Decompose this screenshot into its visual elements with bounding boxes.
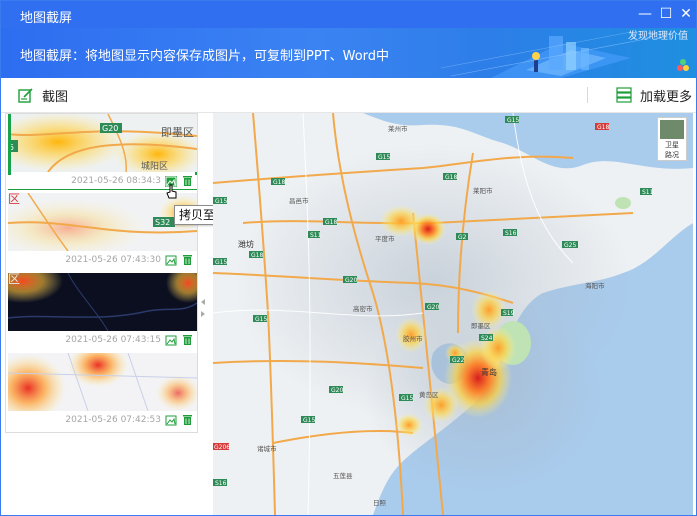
thumb-place-label: 城阳区 [141,161,168,172]
list-icon [616,87,632,103]
brand-logo-icon [677,59,689,71]
satellite-thumbnail [660,120,684,139]
place-label: 潍坊 [238,239,254,249]
toolbar: 截图 加载更多 [1,78,696,113]
window-title: 地图截屏 [20,11,73,26]
load-more-button[interactable]: 加载更多 [616,86,693,105]
traffic-label: 路况 [665,151,679,159]
thumb-place-label: 区 [8,273,20,286]
hand-cursor-icon [166,184,177,199]
banner-description: 地图截屏：将地图显示内容保存成图片，可复制到PPT、Word中 [20,49,390,64]
satellite-layer-toggle[interactable]: 卫星 路况 [657,117,687,161]
toolbar-divider [587,87,588,103]
screenshot-meta: 2021-05-26 07:43:15 [8,334,197,348]
copy-image-icon[interactable] [165,415,177,426]
place-label: 诸城市 [257,444,277,453]
place-label: 昌邑市 [289,196,309,205]
screenshot-item-2[interactable]: 区 S32 2021-05-26 07:43:30 [8,193,197,269]
road-shield: G15 [215,259,227,266]
trash-icon[interactable] [182,254,193,266]
panel-splitter-handle[interactable] [200,296,206,326]
thumb-shield-label: G20 [102,124,118,133]
road-shield: G15 [303,417,315,424]
road-shield: S11 [642,189,654,196]
thumb-shield-label: S32 [155,218,170,227]
road-shield: G20 [345,277,357,284]
screenshot-list[interactable]: G20 即墨区 城阳区 5 2021-05-26 08:34:3 区 S32 2… [5,113,198,433]
road-shield: G25 [564,242,576,249]
header-banner: 地图截屏：将地图显示内容保存成图片，可复制到PPT、Word中 发现地理价值 [1,28,696,78]
capture-label: 截图 [42,89,69,105]
road-shield: S24 [481,335,493,342]
road-shield: G22 [452,357,464,364]
road-shield: S16 [505,230,517,237]
screenshot-item-3[interactable]: 区 2021-05-26 07:43:15 [8,273,197,349]
trash-icon[interactable] [182,414,193,426]
trash-icon[interactable] [182,175,193,187]
screenshot-meta: 2021-05-26 07:43:30 [8,254,197,268]
minimize-button[interactable]: — [636,5,654,23]
road-shield: G206 [214,444,230,451]
place-label: 即墨区 [471,322,491,330]
place-label: 莱阳市 [473,186,493,195]
title-bar: 地图截屏 — ☐ ✕ [1,1,696,28]
screenshot-meta: 2021-05-26 07:42:53 [8,414,197,428]
copy-image-icon[interactable] [165,335,177,346]
road-shield: G15 [255,316,267,323]
road-shield: S19 [503,310,515,317]
screenshot-preview[interactable] [8,353,197,411]
place-label: 青岛 [481,367,497,377]
trash-icon[interactable] [182,334,193,346]
road-shield: G18 [273,179,285,186]
road-shield: G15 [401,395,413,402]
edit-capture-icon [18,88,33,103]
close-button[interactable]: ✕ [677,5,695,23]
road-shield: G15 [378,154,390,161]
road-shield: S16 [215,480,227,487]
road-shield: S11 [310,232,322,239]
place-label: 日照 [373,499,387,507]
road-shield: G18 [445,174,457,181]
load-more-label: 加载更多 [640,89,693,105]
screenshot-timestamp: 2021-05-26 07:42:53 [65,415,161,425]
capture-button[interactable]: 截图 [18,86,69,105]
screenshot-preview[interactable]: 区 [8,273,197,331]
copy-image-icon[interactable] [165,255,177,266]
place-label: 胶州市 [403,334,423,343]
heatmap-layer[interactable]: G15 G18 G15 S11 G18 G15 G18 S16 G25 G15 … [213,113,693,515]
screenshot-preview[interactable]: 区 S32 [8,193,197,251]
app-window: 地图截屏 — ☐ ✕ 地图截屏：将地图显示内容保存成图片，可复制到PPT、Wor… [0,0,697,516]
road-shield: G2 [458,234,467,241]
road-shield: G15 [507,117,519,124]
road-shield: G18 [251,252,263,259]
road-shield: G15 [215,198,227,205]
thumb-place-label: 区 [8,193,20,206]
brand-slogan: 发现地理价值 [628,31,688,42]
place-label: 海阳市 [585,281,605,290]
place-label: 黄岛区 [419,390,439,399]
place-label: 莱州市 [388,124,408,133]
screenshot-item-4[interactable]: 2021-05-26 07:42:53 [8,353,197,429]
road-shield: G20 [427,304,439,311]
map-view[interactable]: G15 G18 G15 S11 G18 G15 G18 S16 G25 G15 … [213,113,693,515]
screenshot-item-1[interactable]: G20 即墨区 城阳区 5 2021-05-26 08:34:3 [8,114,197,190]
road-shield: G18 [325,219,337,226]
screenshot-preview[interactable]: G20 即墨区 城阳区 5 [8,114,197,172]
maximize-button[interactable]: ☐ [657,5,675,23]
screenshot-timestamp: 2021-05-26 07:43:15 [65,335,161,345]
thumb-place-label: 即墨区 [161,126,194,139]
road-shield: G18 [597,124,609,131]
screenshot-timestamp: 2021-05-26 08:34:3 [71,176,161,186]
road-shield: G20 [331,387,343,394]
screenshot-timestamp: 2021-05-26 07:43:30 [65,255,161,265]
place-label: 平度市 [375,234,395,243]
place-label: 五莲县 [333,471,353,480]
place-label: 高密市 [353,304,373,313]
satellite-label: 卫星 [665,141,679,149]
